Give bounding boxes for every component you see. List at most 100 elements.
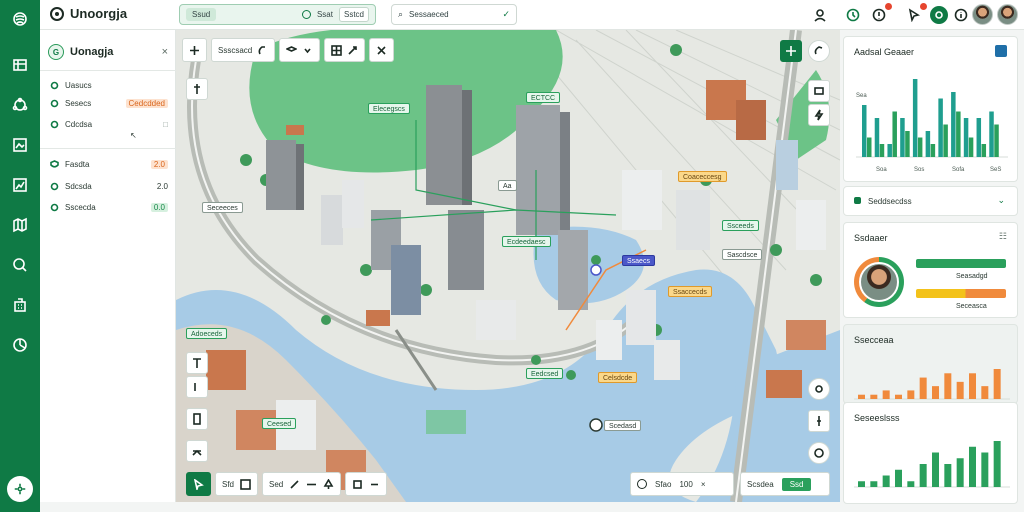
- map-canvas[interactable]: [176, 30, 840, 502]
- compass-tool[interactable]: [186, 78, 208, 100]
- chart-icon[interactable]: [7, 172, 33, 198]
- network-icon[interactable]: [7, 92, 33, 118]
- map-label[interactable]: ECTCC: [526, 92, 561, 103]
- bar[interactable]: [943, 124, 948, 158]
- view-tab-3[interactable]: Sstcd: [338, 7, 369, 22]
- map-label[interactable]: Celsdcde: [598, 372, 638, 383]
- panel-row[interactable]: Sesecs Cedcdded: [50, 96, 168, 110]
- map-label[interactable]: Ceesed: [262, 418, 297, 429]
- image-icon[interactable]: [7, 132, 33, 158]
- draw-button[interactable]: [369, 38, 395, 62]
- bar-chart-3[interactable]: [852, 429, 1012, 499]
- bar[interactable]: [907, 390, 915, 399]
- bar[interactable]: [858, 481, 865, 487]
- bar[interactable]: [944, 464, 952, 487]
- tool-group-2[interactable]: Sed: [262, 472, 342, 496]
- map-label[interactable]: Coaceccesg: [678, 171, 727, 182]
- select-tool[interactable]: [186, 472, 211, 496]
- bar[interactable]: [858, 394, 865, 399]
- bar[interactable]: [969, 373, 976, 399]
- bar[interactable]: [969, 446, 976, 487]
- bar[interactable]: [956, 458, 964, 487]
- expand-icon[interactable]: □: [163, 120, 168, 129]
- tool-group-1[interactable]: Sfd: [215, 472, 259, 496]
- line-tool[interactable]: [186, 376, 208, 398]
- bar[interactable]: [981, 386, 989, 399]
- path-tool[interactable]: [186, 440, 208, 462]
- building-icon[interactable]: [7, 292, 33, 318]
- bar[interactable]: [867, 137, 872, 158]
- bar[interactable]: [993, 369, 1001, 399]
- map-icon[interactable]: [7, 212, 33, 238]
- bar[interactable]: [900, 118, 905, 157]
- alert-icon[interactable]: [870, 3, 892, 24]
- map-label[interactable]: Ecdeedaesc: [502, 236, 551, 247]
- layer-apply-button[interactable]: Ssd: [781, 477, 812, 491]
- bar[interactable]: [870, 394, 878, 399]
- bar-chart-1[interactable]: Soa Sos Sofa SeS Sea: [852, 67, 1012, 177]
- bar[interactable]: [989, 111, 994, 158]
- bar[interactable]: [994, 124, 999, 158]
- bar[interactable]: [993, 441, 1001, 487]
- bar[interactable]: [907, 481, 915, 487]
- close-icon[interactable]: ×: [701, 480, 706, 489]
- grid-button[interactable]: [324, 38, 366, 62]
- bar[interactable]: [879, 144, 885, 157]
- shape-tool[interactable]: [345, 472, 388, 496]
- locate-button[interactable]: [780, 40, 802, 62]
- close-icon[interactable]: ×: [162, 46, 168, 58]
- bar[interactable]: [976, 118, 982, 157]
- bar[interactable]: [892, 111, 897, 158]
- map-label[interactable]: Scedasd: [604, 420, 642, 431]
- map-label[interactable]: Sascdsce: [722, 249, 763, 260]
- map-label[interactable]: Adoeceds: [186, 328, 228, 339]
- search-icon[interactable]: [7, 252, 33, 278]
- bar[interactable]: [919, 377, 927, 399]
- map-label[interactable]: Ssaecs: [622, 255, 655, 266]
- bar[interactable]: [925, 131, 931, 157]
- user-icon[interactable]: [811, 6, 829, 24]
- bar[interactable]: [919, 464, 927, 487]
- bar[interactable]: [882, 475, 890, 488]
- layer-control-bottom[interactable]: Scsdea Ssd: [740, 472, 830, 496]
- pie-icon[interactable]: [7, 332, 33, 358]
- bar[interactable]: [981, 144, 987, 157]
- bar[interactable]: [912, 79, 918, 157]
- bar[interactable]: [895, 394, 902, 399]
- device-tool[interactable]: [186, 408, 208, 430]
- bolt-icon[interactable]: [808, 104, 830, 126]
- text-tool[interactable]: [186, 352, 208, 374]
- table-icon[interactable]: [7, 52, 33, 78]
- panel-row[interactable]: Sdcsda 2.0: [50, 179, 168, 193]
- home-icon[interactable]: [7, 6, 33, 32]
- avatar[interactable]: [972, 4, 993, 25]
- bar[interactable]: [862, 105, 867, 157]
- bar[interactable]: [887, 144, 892, 157]
- map-label[interactable]: Ssceeds: [722, 220, 759, 231]
- info-icon[interactable]: [952, 6, 970, 24]
- bar[interactable]: [951, 92, 956, 157]
- zoom-control[interactable]: Ssscsacd: [211, 38, 276, 62]
- layers-button[interactable]: [279, 38, 321, 62]
- bar[interactable]: [895, 469, 902, 487]
- export-icon[interactable]: [995, 45, 1007, 57]
- bar[interactable]: [917, 137, 923, 158]
- bar[interactable]: [870, 481, 878, 487]
- panel-row[interactable]: Fasdta 2.0: [50, 157, 168, 171]
- bar[interactable]: [956, 111, 961, 158]
- bar[interactable]: [944, 373, 952, 399]
- bar[interactable]: [981, 452, 989, 488]
- dropdown-card[interactable]: Seddsecdss ⌄: [843, 186, 1018, 216]
- grid-icon[interactable]: ☷: [999, 231, 1007, 242]
- bar[interactable]: [956, 381, 964, 399]
- search-box[interactable]: ⌕ Sessaeced ✓: [391, 4, 517, 25]
- avatar-secondary[interactable]: [997, 4, 1018, 25]
- view-tab-1[interactable]: Ssud: [186, 8, 217, 21]
- bar[interactable]: [932, 386, 939, 399]
- leaf-icon[interactable]: [930, 6, 948, 24]
- bar[interactable]: [930, 144, 936, 157]
- timer-icon[interactable]: [844, 6, 862, 24]
- map-label[interactable]: Ssaccecds: [668, 286, 712, 297]
- map-view[interactable]: Ssscsacd Elecegscs ECTCC Coaceccesg Aa E…: [176, 30, 840, 502]
- view-tab-2[interactable]: Ssat: [317, 10, 333, 19]
